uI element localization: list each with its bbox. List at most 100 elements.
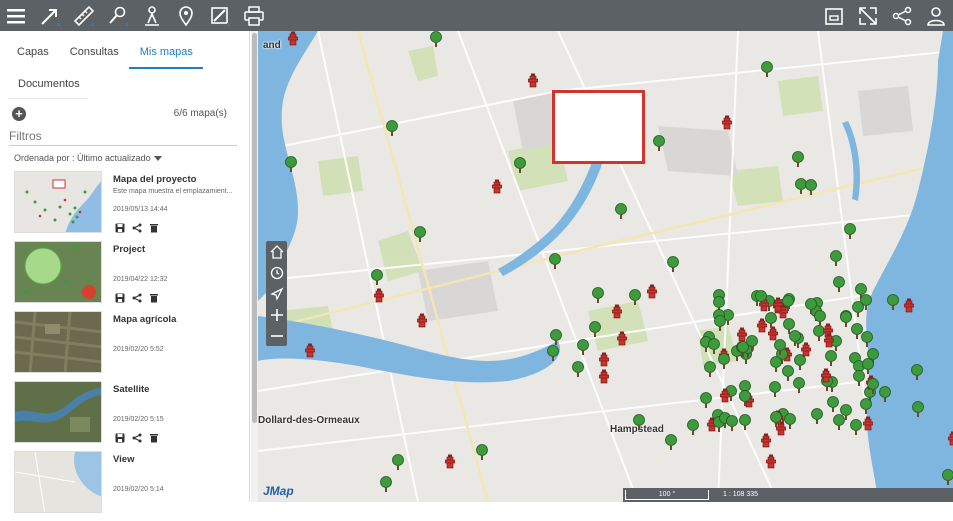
- tree-marker-icon[interactable]: [851, 301, 865, 323]
- trash-icon[interactable]: [149, 220, 159, 230]
- hydrant-marker-icon[interactable]: [374, 288, 384, 308]
- tree-marker-icon[interactable]: [632, 414, 646, 436]
- zoom-in-icon[interactable]: [266, 304, 287, 325]
- map-thumbnail[interactable]: [14, 311, 102, 373]
- tree-marker-icon[interactable]: [571, 361, 585, 383]
- tree-marker-icon[interactable]: [769, 356, 783, 378]
- hydrant-marker-icon[interactable]: [948, 431, 953, 451]
- tree-marker-icon[interactable]: [738, 414, 752, 436]
- navigate-icon[interactable]: [266, 283, 287, 304]
- tree-marker-icon[interactable]: [664, 434, 678, 456]
- tree-marker-icon[interactable]: [699, 392, 713, 414]
- tree-marker-icon[interactable]: [810, 408, 824, 430]
- tree-marker-icon[interactable]: [738, 390, 752, 412]
- tree-marker-icon[interactable]: [859, 398, 873, 420]
- tree-marker-icon[interactable]: [703, 361, 717, 383]
- hydrant-marker-icon[interactable]: [647, 284, 657, 304]
- location-pin-icon[interactable]: [102, 0, 133, 31]
- home-icon[interactable]: [266, 241, 287, 262]
- hydrant-marker-icon[interactable]: [722, 115, 732, 135]
- map-title[interactable]: Mapa agrícola: [113, 314, 176, 325]
- tree-marker-icon[interactable]: [792, 377, 806, 399]
- share-icon[interactable]: [132, 430, 142, 440]
- map-title[interactable]: Satellite: [113, 384, 149, 395]
- tree-marker-icon[interactable]: [475, 444, 489, 466]
- tree-marker-icon[interactable]: [843, 223, 857, 245]
- tab-consultas[interactable]: Consultas: [59, 45, 129, 69]
- hydrant-marker-icon[interactable]: [720, 388, 730, 408]
- overview-frame[interactable]: [552, 90, 645, 164]
- trash-icon[interactable]: [149, 290, 159, 300]
- add-map-button[interactable]: +: [12, 107, 26, 121]
- map-thumbnail[interactable]: [14, 241, 102, 303]
- tree-marker-icon[interactable]: [804, 179, 818, 201]
- hydrant-marker-icon[interactable]: [761, 433, 771, 453]
- tree-marker-icon[interactable]: [628, 289, 642, 311]
- tree-marker-icon[interactable]: [614, 203, 628, 225]
- tree-marker-icon[interactable]: [849, 419, 863, 441]
- tree-marker-icon[interactable]: [588, 321, 602, 343]
- hydrant-marker-icon[interactable]: [445, 454, 455, 474]
- save-icon[interactable]: [115, 290, 125, 300]
- map-title[interactable]: Project: [113, 244, 145, 255]
- tree-marker-icon[interactable]: [878, 386, 892, 408]
- tree-marker-icon[interactable]: [513, 157, 527, 179]
- list-item[interactable]: View 2019/02/20 5:14: [0, 451, 250, 521]
- arrow-measure-icon[interactable]: [34, 0, 65, 31]
- list-item[interactable]: Mapa del proyecto Este mapa muestra el e…: [0, 171, 250, 241]
- tree-marker-icon[interactable]: [591, 287, 605, 309]
- tree-marker-icon[interactable]: [813, 310, 827, 332]
- frame-icon[interactable]: [818, 0, 849, 31]
- tree-marker-icon[interactable]: [284, 156, 298, 178]
- hydrant-marker-icon[interactable]: [599, 369, 609, 389]
- tree-marker-icon[interactable]: [781, 295, 795, 317]
- hydrant-marker-icon[interactable]: [528, 73, 538, 93]
- hydrant-marker-icon[interactable]: [801, 342, 811, 362]
- person-icon[interactable]: [136, 0, 167, 31]
- ruler-icon[interactable]: [68, 0, 99, 31]
- user-icon[interactable]: [920, 0, 951, 31]
- tree-marker-icon[interactable]: [666, 256, 680, 278]
- tree-marker-icon[interactable]: [576, 339, 590, 361]
- tree-marker-icon[interactable]: [652, 135, 666, 157]
- tree-marker-icon[interactable]: [429, 31, 443, 53]
- map-thumbnail[interactable]: [14, 451, 102, 513]
- tab-mis-mapas[interactable]: Mis mapas: [129, 45, 203, 69]
- map-title[interactable]: View: [113, 454, 134, 465]
- tree-marker-icon[interactable]: [391, 454, 405, 476]
- zoom-out-icon[interactable]: [266, 325, 287, 346]
- hydrant-marker-icon[interactable]: [821, 368, 831, 388]
- tree-marker-icon[interactable]: [886, 294, 900, 316]
- list-item[interactable]: Mapa agrícola 2019/02/20 5:52: [0, 311, 250, 381]
- map-view[interactable]: and Dollard-des-Ormeaux Hampstead: [258, 31, 953, 502]
- tree-marker-icon[interactable]: [782, 318, 796, 340]
- panel-scrollbar[interactable]: [251, 31, 258, 502]
- draw-icon[interactable]: [204, 0, 235, 31]
- tab-capas[interactable]: Capas: [6, 45, 59, 69]
- tree-marker-icon[interactable]: [826, 396, 840, 418]
- share-icon[interactable]: [132, 290, 142, 300]
- hydrant-marker-icon[interactable]: [492, 179, 502, 199]
- tree-marker-icon[interactable]: [832, 276, 846, 298]
- list-item[interactable]: Satellite 2019/02/20 5:15: [0, 381, 250, 451]
- tree-marker-icon[interactable]: [745, 335, 759, 357]
- history-icon[interactable]: [266, 262, 287, 283]
- tab-documentos[interactable]: Documentos: [8, 69, 89, 91]
- tree-marker-icon[interactable]: [707, 338, 721, 360]
- fullscreen-icon[interactable]: [852, 0, 883, 31]
- tree-marker-icon[interactable]: [769, 411, 783, 433]
- list-item[interactable]: Project 2019/04/22 12:32: [0, 241, 250, 311]
- trash-icon[interactable]: [149, 430, 159, 440]
- tree-marker-icon[interactable]: [866, 378, 880, 400]
- tree-marker-icon[interactable]: [385, 120, 399, 142]
- tree-marker-icon[interactable]: [768, 381, 782, 403]
- tree-marker-icon[interactable]: [379, 476, 393, 498]
- tree-marker-icon[interactable]: [791, 151, 805, 173]
- tree-marker-icon[interactable]: [829, 250, 843, 272]
- hydrant-marker-icon[interactable]: [305, 343, 315, 363]
- save-icon[interactable]: [115, 220, 125, 230]
- share-icon[interactable]: [886, 0, 917, 31]
- map-pin-icon[interactable]: [170, 0, 201, 31]
- tree-marker-icon[interactable]: [413, 226, 427, 248]
- hydrant-marker-icon[interactable]: [417, 313, 427, 333]
